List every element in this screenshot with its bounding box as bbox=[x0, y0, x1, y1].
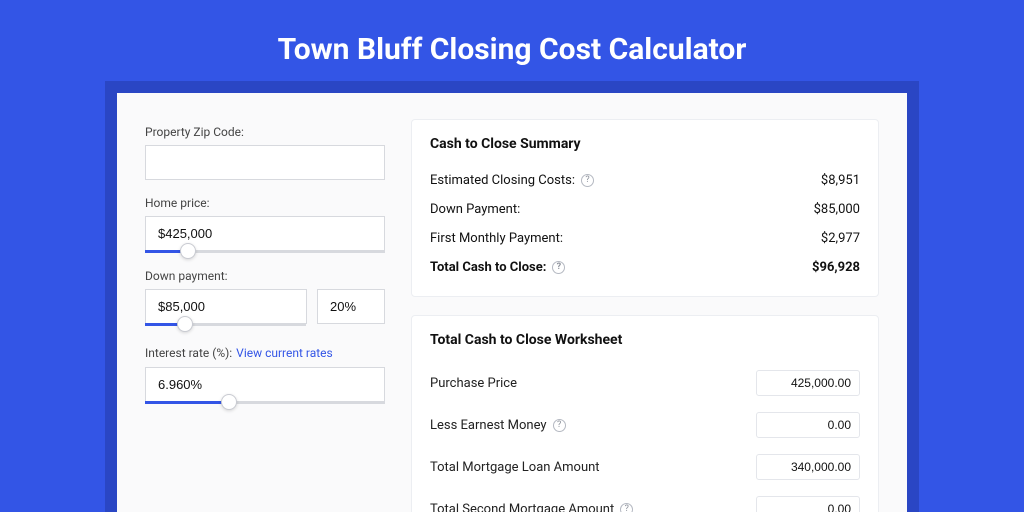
zip-field: Property Zip Code: bbox=[145, 125, 385, 180]
help-icon[interactable]: ? bbox=[581, 174, 594, 187]
home-price-slider[interactable] bbox=[145, 250, 385, 253]
rate-label: Interest rate (%): bbox=[145, 346, 232, 360]
summary-row-label: Down Payment: bbox=[430, 202, 520, 217]
view-current-rates-link[interactable]: View current rates bbox=[236, 346, 333, 360]
rate-slider-thumb[interactable] bbox=[221, 394, 237, 410]
rate-slider-fill bbox=[145, 401, 229, 404]
worksheet-row-label: Total Second Mortgage Amount? bbox=[430, 502, 633, 512]
summary-row-label: Total Cash to Close:? bbox=[430, 260, 565, 275]
worksheet-title: Total Cash to Close Worksheet bbox=[430, 332, 860, 348]
help-icon[interactable]: ? bbox=[620, 503, 633, 512]
help-icon[interactable]: ? bbox=[552, 261, 565, 274]
zip-input[interactable] bbox=[145, 145, 385, 180]
home-price-slider-thumb[interactable] bbox=[180, 243, 196, 259]
inputs-column: Property Zip Code: Home price: Down paym… bbox=[145, 119, 385, 512]
calculator-panel-wrap: Property Zip Code: Home price: Down paym… bbox=[117, 93, 907, 512]
worksheet-row: Total Mortgage Loan Amount bbox=[430, 446, 860, 488]
down-payment-label: Down payment: bbox=[145, 269, 385, 283]
down-payment-pct-input[interactable] bbox=[317, 289, 385, 324]
summary-title: Cash to Close Summary bbox=[430, 136, 860, 152]
summary-row: Total Cash to Close:? $96,928 bbox=[430, 253, 860, 282]
worksheet-row: Purchase Price bbox=[430, 362, 860, 404]
worksheet-row-label: Less Earnest Money? bbox=[430, 418, 566, 433]
rate-input[interactable] bbox=[145, 367, 385, 402]
worksheet-card: Total Cash to Close Worksheet Purchase P… bbox=[411, 315, 879, 512]
home-price-label: Home price: bbox=[145, 196, 385, 210]
worksheet-row-input[interactable] bbox=[756, 370, 860, 396]
down-payment-field: Down payment: bbox=[145, 269, 385, 326]
help-icon[interactable]: ? bbox=[553, 419, 566, 432]
summary-row: First Monthly Payment: $2,977 bbox=[430, 224, 860, 253]
zip-label: Property Zip Code: bbox=[145, 125, 385, 139]
summary-row-value: $2,977 bbox=[821, 231, 860, 246]
worksheet-row: Total Second Mortgage Amount? bbox=[430, 488, 860, 512]
rate-slider[interactable] bbox=[145, 401, 385, 404]
page-title: Town Bluff Closing Cost Calculator bbox=[278, 32, 747, 67]
down-payment-slider-thumb[interactable] bbox=[177, 316, 193, 332]
results-column: Cash to Close Summary Estimated Closing … bbox=[411, 119, 879, 512]
down-payment-input[interactable] bbox=[145, 289, 307, 324]
worksheet-row-input[interactable] bbox=[756, 496, 860, 512]
summary-row-value: $85,000 bbox=[814, 202, 860, 217]
down-payment-slider[interactable] bbox=[145, 323, 306, 326]
worksheet-row-label: Total Mortgage Loan Amount bbox=[430, 460, 600, 475]
home-price-field: Home price: bbox=[145, 196, 385, 253]
worksheet-row-label: Purchase Price bbox=[430, 376, 517, 391]
summary-row: Estimated Closing Costs:? $8,951 bbox=[430, 166, 860, 195]
summary-row: Down Payment: $85,000 bbox=[430, 195, 860, 224]
summary-card: Cash to Close Summary Estimated Closing … bbox=[411, 119, 879, 297]
worksheet-row-input[interactable] bbox=[756, 454, 860, 480]
summary-row-label: First Monthly Payment: bbox=[430, 231, 563, 246]
worksheet-row-input[interactable] bbox=[756, 412, 860, 438]
summary-row-value: $96,928 bbox=[812, 260, 860, 275]
summary-row-value: $8,951 bbox=[821, 173, 860, 188]
calculator-panel: Property Zip Code: Home price: Down paym… bbox=[117, 93, 907, 512]
rate-field: Interest rate (%): View current rates bbox=[145, 342, 385, 404]
worksheet-row: Less Earnest Money? bbox=[430, 404, 860, 446]
summary-row-label: Estimated Closing Costs:? bbox=[430, 173, 594, 188]
